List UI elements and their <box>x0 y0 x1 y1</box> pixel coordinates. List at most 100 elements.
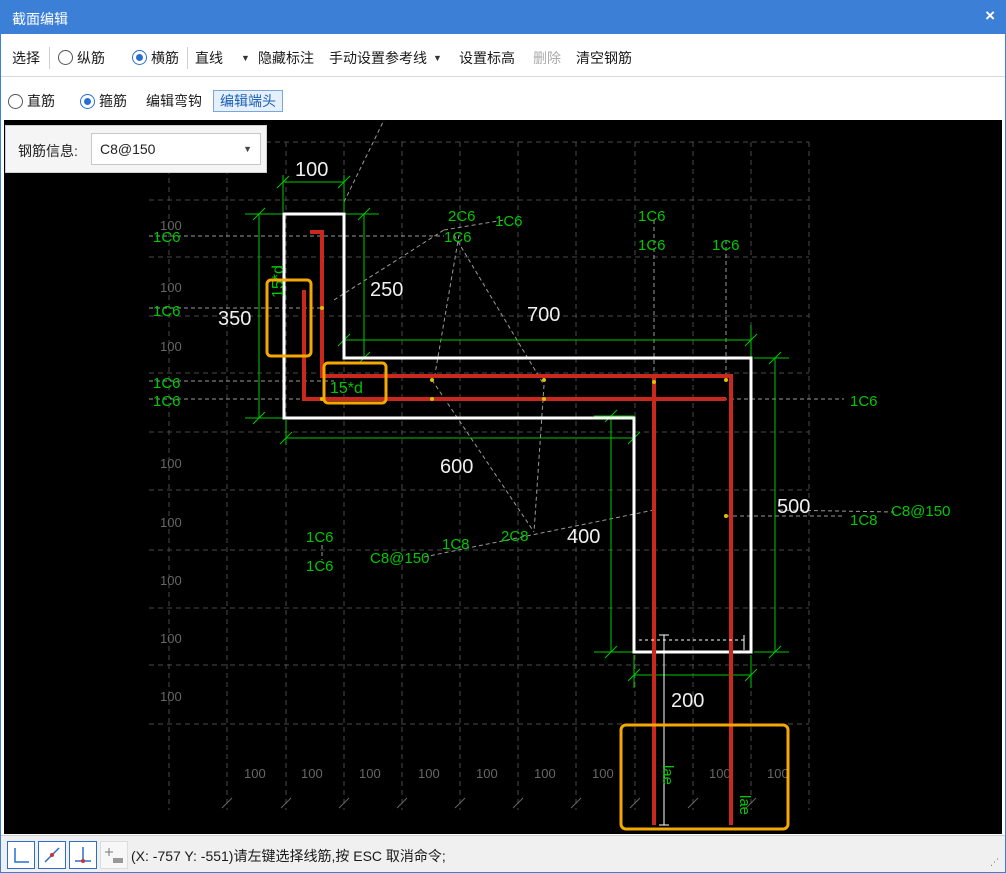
transverse-label: 横筋 <box>151 49 179 66</box>
delete-button[interactable]: 删除 <box>533 39 561 76</box>
perpendicular-snap-icon[interactable] <box>69 841 97 869</box>
svg-text:100: 100 <box>767 766 789 781</box>
grid-snap-icon[interactable] <box>100 841 128 869</box>
lae-label-2: lae <box>736 795 753 815</box>
toolbar-main: 选择 纵筋 横筋 直线 ▼ 隐藏标注 手动设置参考线 ▼ 设置标高 删除 清空钢筋 <box>1 39 1005 77</box>
svg-text:1C6: 1C6 <box>153 303 181 320</box>
longitudinal-radio[interactable]: 纵筋 <box>58 39 105 76</box>
svg-text:100: 100 <box>418 766 440 781</box>
stirrup-label: 箍筋 <box>99 93 127 109</box>
diagonal-snap-icon[interactable] <box>38 841 66 869</box>
manual-ref-label: 手动设置参考线 <box>329 49 427 66</box>
edit-end-button[interactable]: 编辑端头 <box>213 85 283 117</box>
rebar-info-dropdown[interactable]: C8@150 ▼ <box>91 133 261 165</box>
dim-700: 700 <box>527 304 560 326</box>
divider <box>187 47 188 69</box>
svg-text:100: 100 <box>592 766 614 781</box>
svg-text:1C6: 1C6 <box>153 393 181 410</box>
svg-text:1C6: 1C6 <box>153 229 181 246</box>
radio-checked-icon <box>80 93 95 109</box>
lae-label-1: lae <box>659 765 676 785</box>
svg-text:100: 100 <box>709 766 731 781</box>
svg-text:C8@150: C8@150 <box>891 503 950 520</box>
svg-text:100: 100 <box>160 573 182 588</box>
rebar-info-label: 钢筋信息: <box>18 143 78 159</box>
section-editor-window: 截面编辑 × 选择 纵筋 横筋 直线 ▼ 隐藏标注 手动设置参考线 ▼ 设置标高 删… <box>0 0 1006 873</box>
svg-text:100: 100 <box>301 766 323 781</box>
chevron-down-icon: ▼ <box>433 52 442 63</box>
grid-lines <box>149 141 810 810</box>
line-type-dropdown[interactable]: 直线 ▼ <box>195 39 250 76</box>
dim-400: 400 <box>567 526 600 548</box>
hide-labels-button[interactable]: 隐藏标注 <box>258 39 314 76</box>
svg-text:100: 100 <box>534 766 556 781</box>
svg-text:1C8: 1C8 <box>442 536 470 553</box>
divider <box>49 47 50 69</box>
svg-text:100: 100 <box>160 689 182 704</box>
stirrup-radio[interactable]: 箍筋 <box>80 85 127 117</box>
edit-hook-button[interactable]: 编辑弯钩 <box>146 85 202 117</box>
svg-text:100: 100 <box>476 766 498 781</box>
svg-text:1C6: 1C6 <box>638 208 666 225</box>
chevron-down-icon: ▼ <box>241 52 250 63</box>
straight-label: 直筋 <box>27 93 55 109</box>
transverse-radio[interactable]: 横筋 <box>132 39 179 76</box>
rebar-annotations: 1C6 1C6 1C6 1C6 2C6 1C6 1C6 1C6 1C6 1C6 … <box>153 208 950 815</box>
svg-text:100: 100 <box>359 766 381 781</box>
clear-rebar-button[interactable]: 清空钢筋 <box>576 39 632 76</box>
svg-text:1C6: 1C6 <box>306 529 334 546</box>
dim-250: 250 <box>370 279 403 301</box>
status-text: (X: -757 Y: -551)请左键选择线筋,按 ESC 取消命令; <box>131 848 446 864</box>
set-elevation-button[interactable]: 设置标高 <box>459 39 515 76</box>
grid-labels: 100 100 100 100 100 100 100 100 100 100 … <box>160 159 789 781</box>
highlight-lae-end <box>619 723 790 831</box>
resize-grip-icon[interactable]: ⋰ <box>990 857 999 868</box>
radio-checked-icon <box>132 50 147 65</box>
svg-text:100: 100 <box>244 766 266 781</box>
hook-label-vertical: 15*d <box>270 265 287 298</box>
chevron-down-icon: ▼ <box>243 144 252 154</box>
dim-350: 350 <box>218 308 251 330</box>
radio-icon <box>8 93 23 109</box>
svg-text:1C6: 1C6 <box>712 237 740 254</box>
title-bar: 截面编辑 × <box>1 1 1005 34</box>
svg-text:100: 100 <box>160 631 182 646</box>
radio-icon <box>58 50 73 65</box>
manual-ref-line-dropdown[interactable]: 手动设置参考线 ▼ <box>329 39 442 76</box>
status-bar: (X: -757 Y: -551)请左键选择线筋,按 ESC 取消命令; ⋰ <box>1 835 1005 872</box>
section-drawing[interactable]: 100 100 100 100 100 100 100 100 100 100 … <box>4 120 1002 834</box>
svg-text:1C6: 1C6 <box>850 393 878 410</box>
svg-text:C8@150: C8@150 <box>370 550 429 567</box>
svg-text:1C6: 1C6 <box>444 229 472 246</box>
dim-500: 500 <box>777 496 810 518</box>
svg-text:100: 100 <box>160 280 182 295</box>
dim-200: 200 <box>671 690 704 712</box>
longitudinal-label: 纵筋 <box>77 49 105 66</box>
highlight-boxes <box>265 278 790 831</box>
drawing-canvas[interactable]: 100 100 100 100 100 100 100 100 100 100 … <box>4 120 1002 834</box>
rebar-info-panel: 钢筋信息: C8@150 ▼ <box>5 125 267 173</box>
svg-text:100: 100 <box>160 339 182 354</box>
axis-ticks <box>221 797 757 809</box>
dim-100: 100 <box>295 159 328 181</box>
rebar-points <box>320 306 728 518</box>
dim-600: 600 <box>440 456 473 478</box>
rebar-info-value: C8@150 <box>100 141 156 157</box>
svg-text:100: 100 <box>160 456 182 471</box>
svg-text:2C8: 2C8 <box>501 528 529 545</box>
svg-text:1C6: 1C6 <box>306 558 334 575</box>
line-type-value: 直线 <box>195 49 223 66</box>
svg-text:1C6: 1C6 <box>153 375 181 392</box>
close-icon[interactable]: × <box>985 6 995 26</box>
orthogonal-snap-icon[interactable] <box>7 841 35 869</box>
svg-text:2C6: 2C6 <box>448 208 476 225</box>
svg-text:1C6: 1C6 <box>638 237 666 254</box>
window-title: 截面编辑 <box>12 11 68 27</box>
select-button[interactable]: 选择 <box>12 39 40 76</box>
svg-text:100: 100 <box>160 515 182 530</box>
hook-label: 15*d <box>330 380 363 397</box>
toolbar-sub: 直筋 箍筋 编辑弯钩 编辑端头 <box>1 85 1005 117</box>
svg-text:1C6: 1C6 <box>495 213 523 230</box>
edit-end-label: 编辑端头 <box>213 90 283 112</box>
straight-rebar-radio[interactable]: 直筋 <box>8 85 55 117</box>
